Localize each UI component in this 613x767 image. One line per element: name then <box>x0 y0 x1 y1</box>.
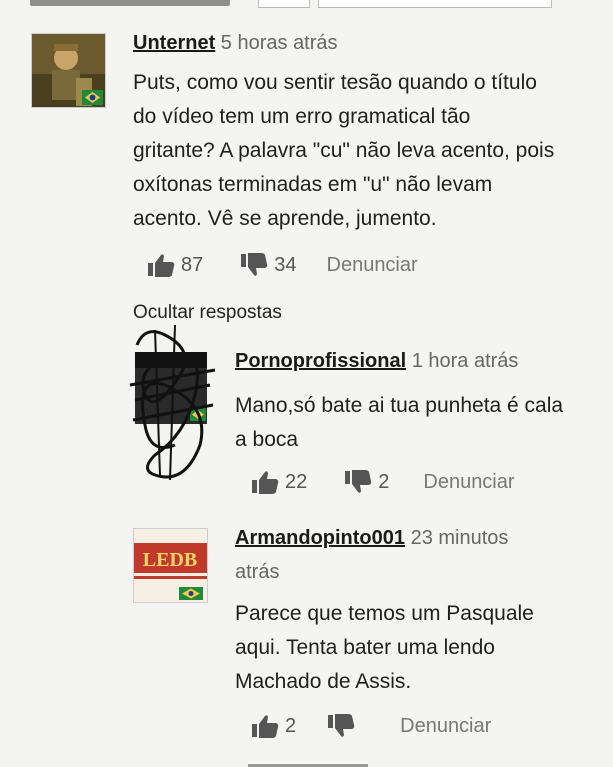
thumbs-down-icon <box>345 470 372 493</box>
comment-line: Parece que temos um Pasquale <box>235 602 534 625</box>
comment-line: do vídeo tem um erro gramatical tão <box>133 105 471 128</box>
thumbs-down-icon <box>328 714 355 737</box>
dislike-button[interactable]: 2 <box>343 469 389 495</box>
thumbs-up-icon <box>148 254 175 277</box>
comment-line: Machado de Assis. <box>235 670 412 693</box>
like-button[interactable]: 22 <box>250 469 307 495</box>
like-count: 2 <box>285 714 297 737</box>
report-link[interactable]: Denunciar <box>423 471 514 494</box>
comment-author[interactable]: Unternet <box>133 32 215 54</box>
comment-body: Mano,só bate ai tua punheta é cala a boc… <box>235 389 605 457</box>
dislike-count: 2 <box>378 470 390 493</box>
like-button[interactable]: 2 <box>250 713 296 739</box>
comment-line: Mano,só bate ai tua punheta é cala <box>235 394 564 417</box>
like-count: 87 <box>181 253 204 276</box>
report-link[interactable]: Denunciar <box>327 254 418 277</box>
comments-header <box>0 0 613 10</box>
thumbs-down-icon <box>241 253 268 276</box>
dislike-count: 34 <box>274 253 297 276</box>
like-button[interactable]: 87 <box>146 252 203 278</box>
comment-body: Parece que temos um Pasquale aqui. Tenta… <box>235 597 605 699</box>
thumbs-up-icon <box>252 715 279 738</box>
header-button-cropped[interactable] <box>258 0 310 8</box>
scribble-overlay <box>129 325 216 481</box>
comment-author[interactable]: Armandopinto001 <box>235 527 405 549</box>
comment-time: 1 hora atrás <box>411 350 519 372</box>
comment-time-continued: atrás <box>235 561 280 583</box>
sort-select-cropped[interactable] <box>318 0 552 8</box>
comment-line: acento. Vê se aprende, jumento. <box>133 207 437 230</box>
svg-text:LEDB: LEDB <box>143 549 197 571</box>
comment-line: a boca <box>235 428 299 451</box>
comment-line: aqui. Tenta bater uma lendo <box>235 636 495 659</box>
avatar[interactable]: LEDB <box>133 528 208 603</box>
comments-title-cropped <box>30 0 230 6</box>
comment-line: gritante? A palavra "cu" não leva acento… <box>133 139 555 162</box>
comment-time: 23 minutos <box>410 527 509 549</box>
brazil-flag-icon <box>82 90 103 105</box>
hide-replies-link[interactable]: Ocultar respostas <box>133 302 282 324</box>
brazil-flag-icon <box>179 587 203 600</box>
avatar[interactable] <box>31 33 106 108</box>
report-link[interactable]: Denunciar <box>400 715 491 738</box>
comment-time: 5 horas atrás <box>220 32 338 54</box>
comment-body: Puts, como vou sentir tesão quando o tít… <box>133 66 603 236</box>
thumbs-up-icon <box>252 471 279 494</box>
like-count: 22 <box>285 470 308 493</box>
dislike-button[interactable] <box>326 713 356 739</box>
comment-line: Puts, como vou sentir tesão quando o tít… <box>133 71 537 94</box>
dislike-button[interactable]: 34 <box>239 252 297 278</box>
comment-author[interactable]: Pornoprofissional <box>235 350 406 372</box>
comment-line: oxítonas terminadas em "u" não levam <box>133 173 493 196</box>
